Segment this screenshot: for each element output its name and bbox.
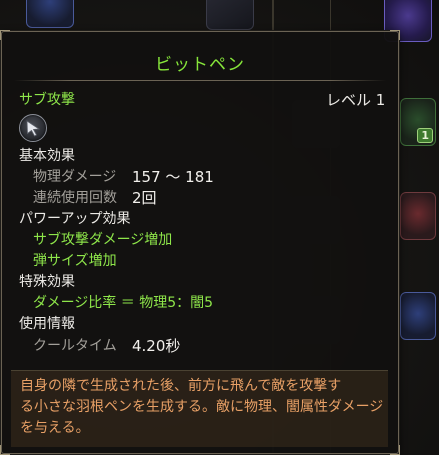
stack-count-badge: 1 [417, 128, 433, 143]
title-divider [14, 80, 386, 81]
skill-description: 自身の隣で生成された後、前方に飛んで敵を攻撃す る小さな羽根ペンを生成する。敵に… [20, 378, 384, 436]
item-slot[interactable] [400, 292, 436, 340]
skill-type-label: サブ攻撃 [19, 92, 75, 108]
item-slot[interactable] [400, 192, 436, 240]
skill-level-label: レベル 1 [326, 91, 386, 109]
item-slot[interactable] [206, 0, 254, 30]
powerup-effects-heading: パワーアップ効果 [19, 211, 131, 227]
powerup-effect-item: サブ攻撃ダメージ増加 [33, 232, 173, 248]
cooldown-label: クールタイム [33, 338, 117, 354]
powerup-effect-item: 弾サイズ増加 [33, 253, 117, 269]
consecutive-uses-value: 2回 [132, 189, 157, 207]
cooldown-value: 4.20秒 [132, 337, 181, 355]
consecutive-uses-label: 連続使用回数 [33, 190, 117, 206]
usage-info-heading: 使用情報 [19, 316, 75, 332]
pen-cursor-icon [19, 114, 47, 142]
damage-ratio-text: ダメージ比率 ＝ 物理5：闇5 [33, 295, 214, 311]
item-slot-stacked[interactable]: 1 [400, 98, 436, 146]
frame-corner [390, 445, 400, 455]
physical-damage-value: 157 ～ 181 [132, 168, 214, 186]
physical-damage-label: 物理ダメージ [33, 169, 117, 185]
special-effects-heading: 特殊効果 [19, 274, 75, 290]
frame-corner [390, 30, 400, 40]
basic-effects-heading: 基本効果 [19, 148, 75, 164]
frame-corner [0, 30, 10, 40]
skill-title: ビットペン [155, 55, 245, 75]
frame-corner [0, 445, 10, 455]
item-slot[interactable] [26, 0, 74, 28]
skill-tooltip: ビットペン サブ攻撃 レベル 1 基本効果 物理ダメージ 157 ～ 181 連… [0, 30, 400, 455]
